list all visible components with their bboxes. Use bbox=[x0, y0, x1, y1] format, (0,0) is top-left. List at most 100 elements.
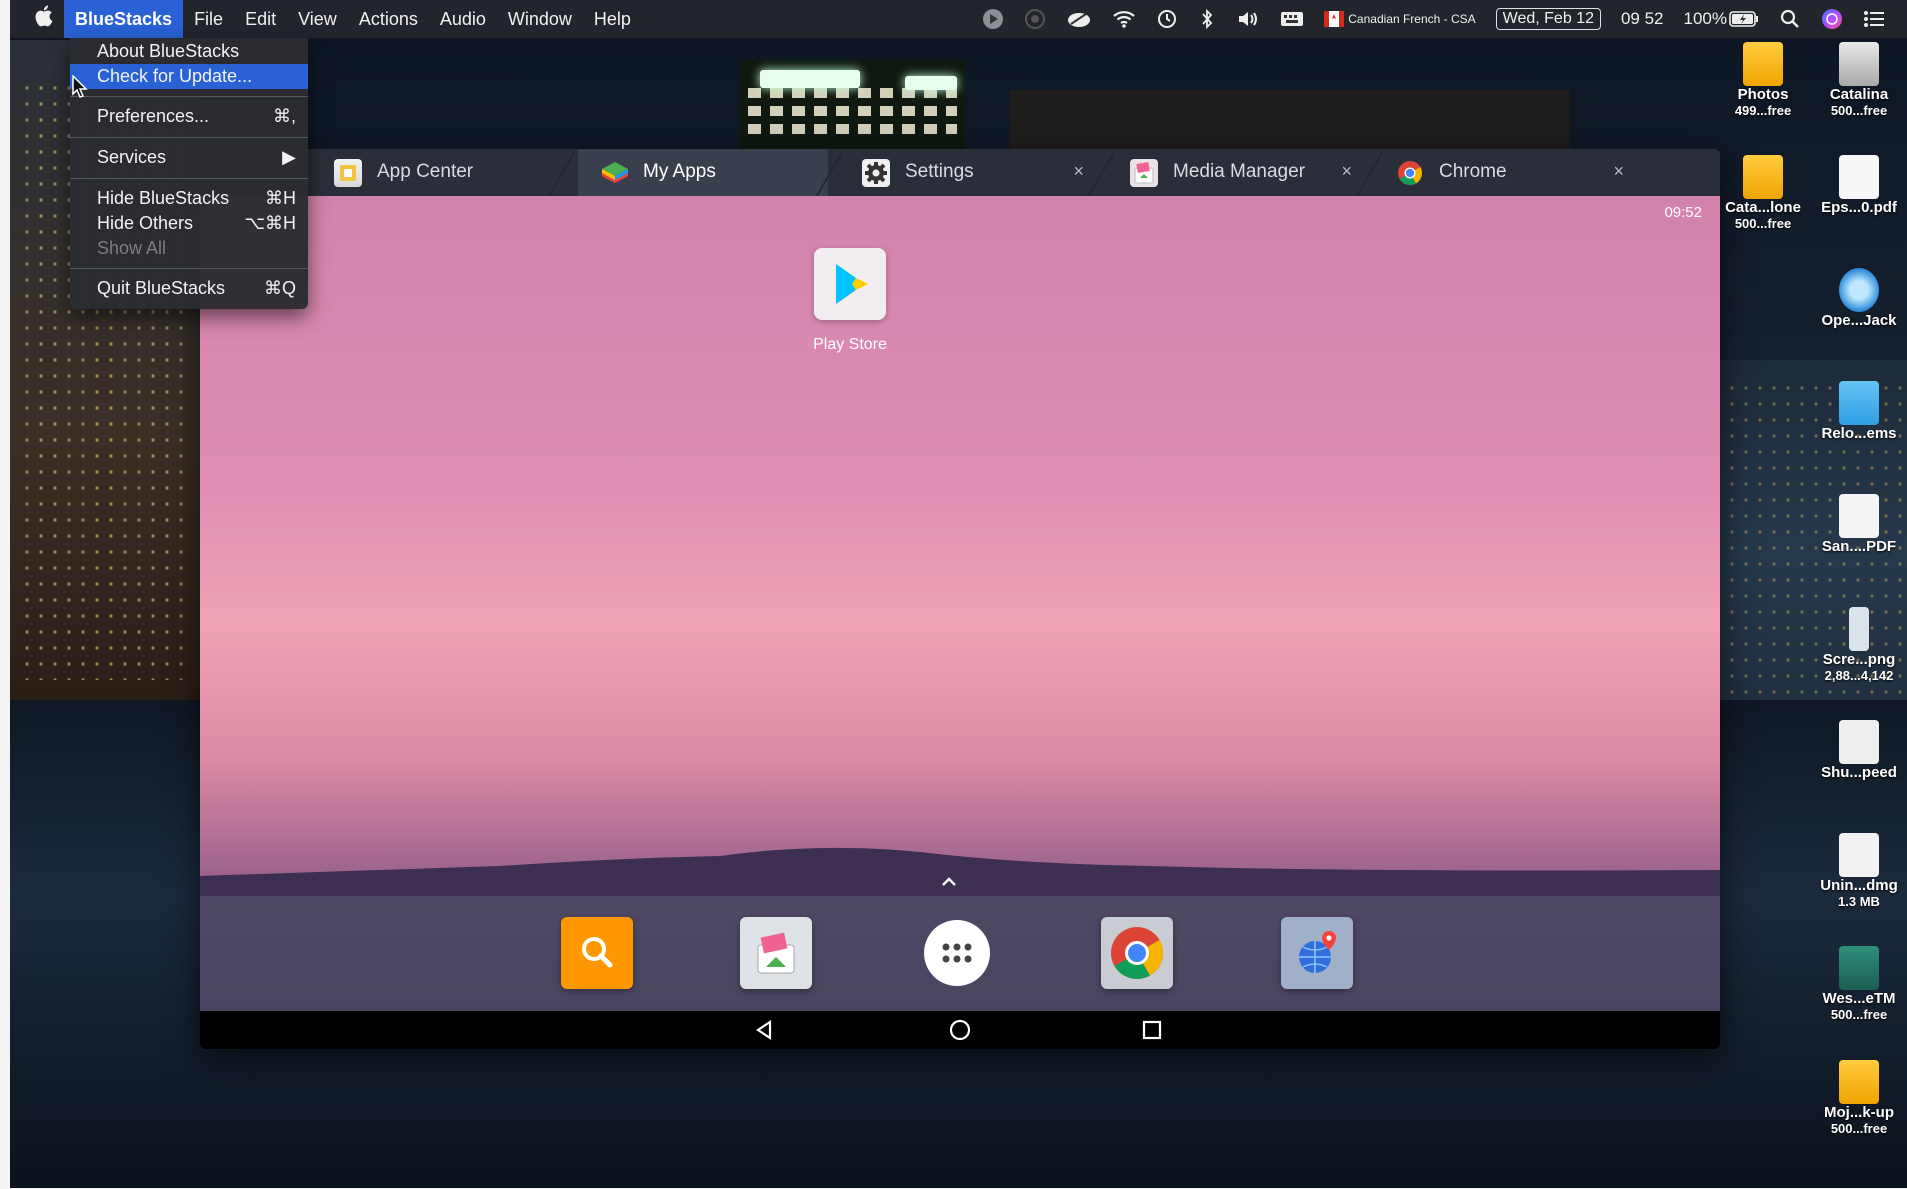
app-icon bbox=[1839, 268, 1879, 312]
android-clock: 09:52 bbox=[1664, 204, 1702, 221]
menu-window[interactable]: Window bbox=[497, 0, 583, 38]
desktop-icon-san-pdf[interactable]: San....PDF bbox=[1811, 494, 1907, 555]
mountain-silhouette bbox=[200, 847, 1720, 896]
record-icon[interactable] bbox=[1024, 8, 1046, 30]
desktop-icon-label: Photos bbox=[1737, 86, 1789, 103]
menu-audio[interactable]: Audio bbox=[429, 0, 497, 38]
dock-media-manager-app[interactable] bbox=[740, 917, 812, 989]
menu-separator bbox=[70, 178, 308, 179]
desktop-icon-mojave-backup[interactable]: Moj...k-up 500...free bbox=[1811, 1060, 1907, 1136]
menu-item-check-for-update[interactable]: Check for Update... bbox=[70, 64, 308, 89]
desktop-icon-sublabel: 500...free bbox=[1830, 1007, 1888, 1022]
menu-item-label: Show All bbox=[97, 238, 167, 258]
menu-item-hide-bluestacks[interactable]: Hide BlueStacks ⌘H bbox=[70, 186, 308, 211]
tab-settings[interactable]: Settings × bbox=[840, 149, 1100, 196]
drive-icon bbox=[1743, 42, 1783, 86]
back-icon[interactable] bbox=[752, 1018, 776, 1047]
desktop-icon-photos[interactable]: Photos 499...free bbox=[1715, 42, 1811, 118]
mac-desktop: BlueStacks File Edit View Actions Audio … bbox=[0, 0, 1907, 1189]
menu-file[interactable]: File bbox=[183, 0, 234, 38]
menu-item-quit[interactable]: Quit BlueStacks ⌘Q bbox=[70, 276, 308, 301]
pdf-document-icon bbox=[1839, 155, 1879, 199]
settings-gear-icon bbox=[862, 159, 890, 187]
tab-label: Chrome bbox=[1439, 161, 1507, 182]
desktop-icon-label: Shu...peed bbox=[1821, 764, 1897, 781]
menu-separator bbox=[70, 268, 308, 269]
desktop-icon-western-tm[interactable]: Wes...eTM 500...free bbox=[1811, 946, 1907, 1022]
keyboard-icon[interactable] bbox=[1280, 10, 1304, 28]
desktop-icon-eps-pdf[interactable]: Eps...0.pdf bbox=[1811, 155, 1907, 216]
menu-view[interactable]: View bbox=[287, 0, 348, 38]
tab-bar: App Center My Apps Settings × Media Mana… bbox=[200, 149, 1720, 197]
dock-all-apps-button[interactable] bbox=[921, 917, 993, 989]
recents-icon[interactable] bbox=[1140, 1018, 1164, 1047]
tab-media-manager[interactable]: Media Manager × bbox=[1108, 149, 1368, 196]
media-manager-icon bbox=[757, 932, 795, 974]
desktop-icon-label: San....PDF bbox=[1821, 538, 1897, 555]
menu-item-about[interactable]: About BlueStacks bbox=[70, 39, 308, 64]
hotel-sign bbox=[760, 70, 860, 88]
drive-icon bbox=[1839, 1060, 1879, 1104]
desktop-icon-catalina[interactable]: Catalina 500...free bbox=[1811, 42, 1907, 118]
tab-chrome[interactable]: Chrome × bbox=[1374, 149, 1640, 196]
menu-edit[interactable]: Edit bbox=[234, 0, 287, 38]
cloud-icon[interactable] bbox=[1066, 9, 1092, 29]
menu-item-label: Hide Others bbox=[97, 213, 194, 233]
globe-location-icon bbox=[1299, 931, 1336, 973]
clock-display[interactable]: 09 52 bbox=[1621, 9, 1664, 29]
menu-item-preferences[interactable]: Preferences... ⌘, bbox=[70, 104, 308, 129]
siri-icon[interactable] bbox=[1821, 8, 1843, 30]
desktop-icon-screenshot-png[interactable]: Scre...png 2,88...4,142 bbox=[1811, 607, 1907, 683]
home-icon[interactable] bbox=[948, 1018, 972, 1047]
tab-close-icon[interactable]: × bbox=[1341, 161, 1352, 182]
menu-item-label: Services bbox=[97, 147, 167, 167]
input-source-label[interactable]: Canadian French - CSA bbox=[1348, 12, 1475, 26]
tab-app-center[interactable]: App Center bbox=[312, 149, 557, 196]
mouse-cursor-icon bbox=[72, 74, 88, 104]
time-machine-icon[interactable] bbox=[1156, 8, 1178, 30]
menu-bluestacks[interactable]: BlueStacks bbox=[64, 0, 184, 38]
play-icon[interactable] bbox=[982, 8, 1004, 30]
menu-bar: BlueStacks File Edit View Actions Audio … bbox=[10, 0, 1907, 38]
menu-item-services[interactable]: Services ▶ bbox=[70, 145, 308, 170]
desktop-icon-uninstall-dmg[interactable]: Unin...dmg 1.3 MB bbox=[1811, 833, 1907, 909]
hotel-sign-2 bbox=[905, 76, 957, 90]
tab-my-apps[interactable]: My Apps bbox=[578, 149, 828, 196]
battery-percent[interactable]: 100% bbox=[1684, 9, 1727, 29]
menu-item-hide-others[interactable]: Hide Others ⌥⌘H bbox=[70, 211, 308, 236]
desktop-icon-catalina-clone[interactable]: Cata...lone 500...free bbox=[1715, 155, 1811, 231]
battery-icon[interactable] bbox=[1729, 10, 1759, 28]
dock-browser-app[interactable] bbox=[1281, 917, 1353, 989]
folder-icon bbox=[1839, 381, 1879, 425]
dock-chrome-app[interactable] bbox=[1101, 917, 1173, 989]
desktop-icon-sublabel: 1.3 MB bbox=[1838, 894, 1880, 909]
play-store-icon bbox=[836, 264, 868, 304]
bluetooth-icon[interactable] bbox=[1198, 8, 1216, 30]
desktop-icon-sublabel: 500...free bbox=[1830, 1121, 1888, 1136]
status-area: Canadian French - CSA Wed, Feb 12 09 52 … bbox=[972, 0, 1907, 38]
dock-search-app[interactable] bbox=[561, 917, 633, 989]
canada-flag-icon[interactable] bbox=[1324, 11, 1345, 27]
submenu-arrow-icon: ▶ bbox=[282, 147, 296, 167]
menu-actions[interactable]: Actions bbox=[348, 0, 429, 38]
apple-menu-icon[interactable] bbox=[26, 5, 64, 33]
tab-close-icon[interactable]: × bbox=[1073, 161, 1084, 182]
menu-help[interactable]: Help bbox=[583, 0, 642, 38]
tab-close-icon[interactable]: × bbox=[1613, 161, 1624, 182]
date-display[interactable]: Wed, Feb 12 bbox=[1495, 8, 1601, 30]
desktop-icon-label: Scre...png bbox=[1822, 651, 1896, 668]
desktop-icon-label: Moj...k-up bbox=[1824, 1104, 1894, 1121]
desktop-icon-openjack[interactable]: Ope...Jack bbox=[1811, 268, 1907, 329]
spotlight-search-icon[interactable] bbox=[1779, 8, 1801, 30]
app-drawer-chevron-up-icon[interactable] bbox=[940, 871, 958, 892]
desktop-icon-relo-ems[interactable]: Relo...ems bbox=[1811, 381, 1907, 442]
wifi-icon[interactable] bbox=[1112, 9, 1136, 29]
volume-icon[interactable] bbox=[1236, 9, 1260, 29]
play-store-label: Play Store bbox=[813, 336, 887, 353]
time-machine-drive-icon bbox=[1839, 946, 1879, 990]
desktop-icon-shu-peed[interactable]: Shu...peed bbox=[1811, 720, 1907, 781]
play-store-app[interactable] bbox=[814, 248, 886, 320]
app-drawer-icon bbox=[924, 920, 990, 986]
tab-label: Media Manager bbox=[1173, 161, 1306, 182]
notification-center-icon[interactable] bbox=[1863, 10, 1885, 28]
